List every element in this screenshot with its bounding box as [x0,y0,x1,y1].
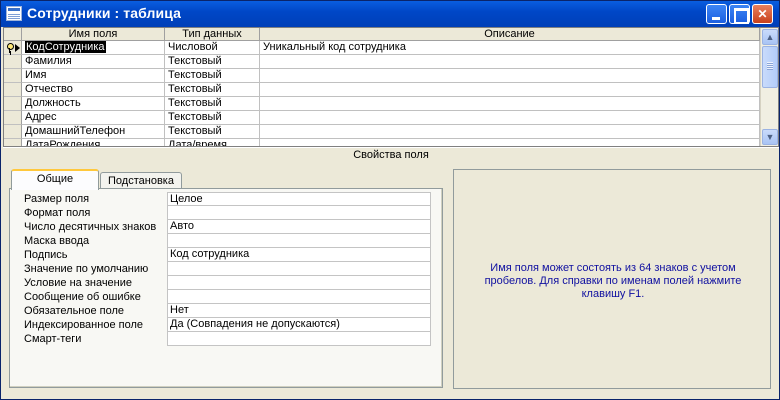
property-label: Формат поля [24,207,91,219]
property-label: Подпись [24,249,68,261]
description-cell[interactable]: Уникальный код сотрудника [260,41,760,55]
data-type-cell[interactable]: Текстовый [165,83,260,97]
property-value[interactable]: Целое [167,192,431,206]
maximize-button[interactable] [729,4,750,24]
property-value[interactable]: Да (Совпадения не допускаются) [167,318,431,332]
row-selector[interactable] [4,69,22,83]
field-name-cell[interactable]: ДомашнийТелефон [22,125,165,139]
property-label: Число десятичных знаков [24,221,157,233]
property-value[interactable] [167,206,431,220]
table-row[interactable]: Имя Текстовый [4,69,760,83]
property-label: Значение по умолчанию [24,263,149,275]
property-row[interactable]: Число десятичных знаков Авто [22,220,432,234]
field-name-cell[interactable]: ДатаРождения [22,139,165,146]
data-type-cell[interactable]: Дата/время [165,139,260,146]
property-label: Индексированное поле [24,319,143,331]
column-header-field-name[interactable]: Имя поля [22,28,165,41]
field-name-cell[interactable]: Имя [22,69,165,83]
field-name-cell[interactable]: Фамилия [22,55,165,69]
minimize-button[interactable] [706,4,727,24]
description-cell[interactable] [260,83,760,97]
property-value[interactable]: Код сотрудника [167,248,431,262]
help-hint-text: Имя поля может состоять из 64 знаков с у… [484,262,742,300]
help-hint-panel: Имя поля может состоять из 64 знаков с у… [453,169,771,389]
column-header-description[interactable]: Описание [260,28,760,41]
table-row[interactable]: КодСотрудника Числовой Уникальный код со… [4,41,760,55]
table-row[interactable]: Отчество Текстовый [4,83,760,97]
row-selector[interactable] [4,111,22,125]
property-row[interactable]: Маска ввода [22,234,432,248]
table-design-window: Сотрудники : таблица ✕ Имя поля Тип данн… [0,0,780,400]
data-type-cell[interactable]: Текстовый [165,55,260,69]
field-name-cell[interactable]: Должность [22,97,165,111]
property-value[interactable] [167,234,431,248]
general-properties-panel: Размер поля Целое Формат поля Число десят… [9,188,443,388]
data-type-cell[interactable]: Текстовый [165,97,260,111]
scroll-down-button[interactable]: ▼ [762,129,778,145]
description-cell[interactable] [260,97,760,111]
data-type-cell[interactable]: Числовой [165,41,260,55]
property-value[interactable] [167,262,431,276]
field-name-cell[interactable]: Адрес [22,111,165,125]
property-value[interactable] [167,290,431,304]
row-selector-header [4,28,22,41]
description-cell[interactable] [260,125,760,139]
window-title: Сотрудники : таблица [27,5,181,21]
property-label: Обязательное поле [24,305,125,317]
data-type-cell[interactable]: Текстовый [165,125,260,139]
scroll-thumb[interactable] [762,46,778,88]
property-value[interactable]: Нет [167,304,431,318]
primary-key-icon [7,43,14,53]
property-row[interactable]: Сообщение об ошибке [22,290,432,304]
property-label: Маска ввода [24,235,90,247]
table-row[interactable]: ДатаРождения Дата/время [4,139,760,146]
tab-general[interactable]: Общие [11,169,99,190]
title-bar[interactable]: Сотрудники : таблица ✕ [1,1,779,27]
property-label: Размер поля [24,193,90,205]
field-properties-title: Свойства поля [3,147,779,162]
row-selector[interactable] [4,83,22,97]
field-name-cell[interactable]: Отчество [22,83,165,97]
property-row[interactable]: Смарт-теги [22,332,432,346]
current-row-pointer-icon [15,44,20,52]
property-row[interactable]: Обязательное поле Нет [22,304,432,318]
close-button[interactable]: ✕ [752,4,773,24]
field-name-cell[interactable]: КодСотрудника [22,41,165,55]
table-row[interactable]: Адрес Текстовый [4,111,760,125]
property-value[interactable] [167,276,431,290]
property-label: Смарт-теги [24,333,82,345]
column-header-data-type[interactable]: Тип данных [165,28,260,41]
data-type-cell[interactable]: Текстовый [165,111,260,125]
table-row[interactable]: Фамилия Текстовый [4,55,760,69]
vertical-scrollbar[interactable]: ▲ ▼ [760,28,778,146]
property-row[interactable]: Значение по умолчанию [22,262,432,276]
table-row[interactable]: ДомашнийТелефон Текстовый [4,125,760,139]
row-selector[interactable] [4,139,22,146]
property-value[interactable] [167,332,431,346]
field-name-text: КодСотрудника [25,41,106,53]
description-cell[interactable] [260,139,760,146]
grid-header: Имя поля Тип данных Описание [4,28,760,41]
property-row[interactable]: Размер поля Целое [22,192,432,206]
property-row[interactable]: Индексированное поле Да (Совпадения не до… [22,318,432,332]
row-selector[interactable] [4,97,22,111]
row-selector[interactable] [4,125,22,139]
description-cell[interactable] [260,69,760,83]
table-row[interactable]: Должность Текстовый [4,97,760,111]
property-label: Условие на значение [24,277,133,289]
property-row[interactable]: Формат поля [22,206,432,220]
property-value[interactable]: Авто [167,220,431,234]
row-selector[interactable] [4,55,22,69]
field-grid: Имя поля Тип данных Описание КодСотрудни… [3,27,779,147]
property-row[interactable]: Условие на значение [22,276,432,290]
property-row[interactable]: Подпись Код сотрудника [22,248,432,262]
property-label: Сообщение об ошибке [24,291,141,303]
row-selector[interactable] [4,41,22,55]
data-type-cell[interactable]: Текстовый [165,69,260,83]
description-cell[interactable] [260,55,760,69]
scroll-up-button[interactable]: ▲ [762,29,778,45]
description-cell[interactable] [260,111,760,125]
table-icon [6,6,22,21]
